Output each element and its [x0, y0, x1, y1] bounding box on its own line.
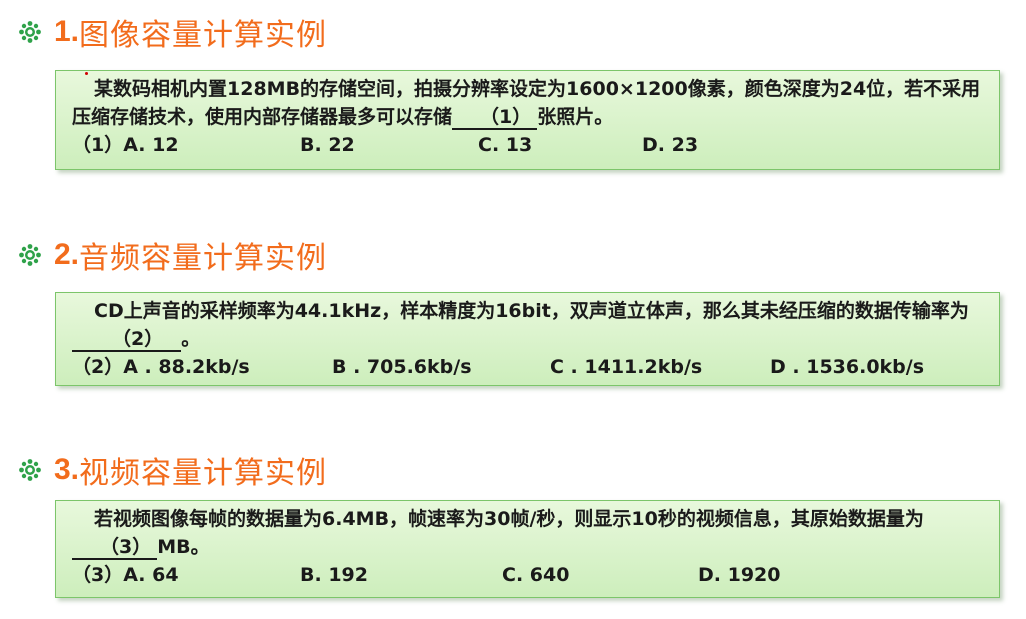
section-2-heading: 2. 音频容量计算实例: [18, 235, 328, 276]
option-b: B. 192: [300, 564, 368, 586]
option-b: B. 22: [300, 134, 355, 156]
question-box-3: 若视频图像每帧的数据量为6.4MB，帧速率为30帧/秒，则显示10秒的视频信息，…: [55, 500, 1000, 598]
section-3-heading: 3. 视频容量计算实例: [18, 450, 328, 491]
answer-blank: （3）: [72, 536, 158, 560]
option-c: C . 1411.2kb/s: [550, 356, 703, 378]
section-number: 1.: [54, 15, 80, 48]
option-a: （1）A. 12: [72, 134, 179, 156]
option-b: B . 705.6kb/s: [332, 356, 472, 378]
question-box-2: CD上声音的采样频率为44.1kHz，样本精度为16bit，双声道立体声，那么其…: [55, 292, 1000, 386]
flower-bullet-icon: [19, 244, 41, 266]
options-row: （2）A . 88.2kb/s B . 705.6kb/s C . 1411.2…: [72, 353, 985, 381]
option-c: C. 13: [478, 134, 533, 156]
flower-bullet-icon: [19, 459, 41, 481]
option-a: （2）A . 88.2kb/s: [72, 356, 250, 378]
section-title: 图像容量计算实例: [79, 18, 328, 53]
answer-blank: （2）: [72, 328, 182, 352]
question-text: 某数码相机内置128MB的存储空间，拍摄分辨率设定为1600×1200像素，颜色…: [72, 78, 981, 130]
option-a: （3）A. 64: [72, 564, 179, 586]
question-box-1: 某数码相机内置128MB的存储空间，拍摄分辨率设定为1600×1200像素，颜色…: [55, 70, 1000, 170]
options-row: （1）A. 12 B. 22 C. 13 D. 23: [72, 131, 985, 159]
question-text: CD上声音的采样频率为44.1kHz，样本精度为16bit，双声道立体声，那么其…: [72, 297, 985, 353]
section-title: 音频容量计算实例: [79, 241, 328, 276]
options-row: （3）A. 64 B. 192 C. 640 D. 1920: [72, 561, 985, 589]
answer-blank: （1）: [452, 106, 538, 130]
option-d: D. 1920: [698, 564, 781, 586]
section-number: 3.: [54, 453, 80, 486]
question-text: 若视频图像每帧的数据量为6.4MB，帧速率为30帧/秒，则显示10秒的视频信息，…: [72, 505, 985, 561]
section-number: 2.: [54, 238, 80, 271]
flower-bullet-icon: [19, 21, 41, 43]
section-1-heading: 1. 图像容量计算实例: [18, 12, 328, 53]
option-d: D . 1536.0kb/s: [770, 356, 925, 378]
pointer-dot: [85, 72, 88, 75]
option-d: D. 23: [642, 134, 699, 156]
option-c: C. 640: [502, 564, 570, 586]
section-title: 视频容量计算实例: [79, 456, 328, 491]
